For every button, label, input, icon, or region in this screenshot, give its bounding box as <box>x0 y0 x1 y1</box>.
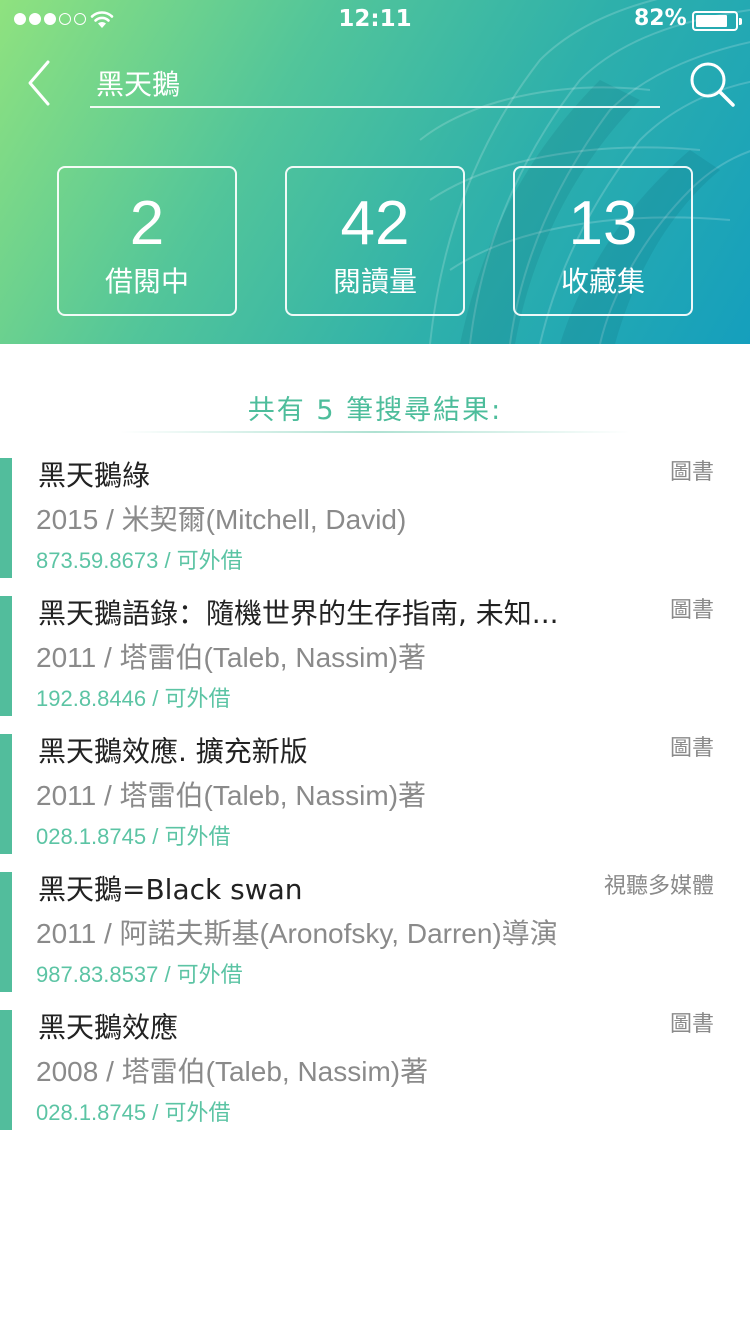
divider <box>120 431 630 433</box>
stat-borrowing[interactable]: 2 借閱中 <box>57 166 237 316</box>
result-call-number: 028.1.8745 / 可外借 <box>36 824 231 849</box>
result-meta: 2015 / 米契爾(Mitchell, David) <box>36 504 407 535</box>
results-summary: 共有 5 筆搜尋結果: <box>247 395 503 426</box>
header: 12:11 82% 2 借閱中 42 閱讀量 13 收藏集 <box>0 0 750 344</box>
result-call-number: 192.8.8446 / 可外借 <box>36 686 231 711</box>
result-call-number: 987.83.8537 / 可外借 <box>36 962 243 987</box>
magnifier-icon <box>690 62 735 107</box>
result-type: 視聽多媒體 <box>603 874 714 899</box>
result-type: 圖書 <box>669 598 714 623</box>
result-meta: 2011 / 塔雷伯(Taleb, Nassim)著 <box>36 780 427 811</box>
battery-fill <box>696 15 728 27</box>
stat-collections[interactable]: 13 收藏集 <box>513 166 693 316</box>
battery-icon <box>692 11 742 31</box>
stat-label: 閱讀量 <box>332 265 417 298</box>
search-input[interactable] <box>90 60 660 108</box>
result-title: 黑天鵝綠 <box>38 459 151 492</box>
search-button[interactable] <box>686 58 738 110</box>
result-title: 黑天鵝=Black swan <box>38 873 303 906</box>
result-title: 黑天鵝效應. 擴充新版 <box>38 735 308 768</box>
result-meta: 2011 / 塔雷伯(Taleb, Nassim)著 <box>36 642 427 673</box>
result-meta: 2011 / 阿諾夫斯基(Aronofsky, Darren)導演 <box>36 918 558 949</box>
result-call-number: 873.59.8673 / 可外借 <box>36 548 243 573</box>
stat-reading-count[interactable]: 42 閱讀量 <box>285 166 465 316</box>
result-title: 黑天鵝語錄：隨機世界的生存指南, 未知... <box>38 597 559 630</box>
stat-label: 收藏集 <box>560 265 645 298</box>
accent-bar <box>0 458 12 578</box>
result-title: 黑天鵝效應 <box>38 1011 179 1044</box>
battery-percent: 82% <box>634 6 687 31</box>
stat-label: 借閱中 <box>104 265 189 298</box>
result-type: 圖書 <box>669 460 714 485</box>
result-meta: 2008 / 塔雷伯(Taleb, Nassim)著 <box>36 1056 429 1087</box>
status-bar: 12:11 82% <box>0 0 750 40</box>
battery-nub <box>739 18 742 25</box>
accent-bar <box>0 872 12 992</box>
result-item[interactable]: 黑天鵝效應. 擴充新版 圖書 2011 / 塔雷伯(Taleb, Nassim)… <box>0 734 750 854</box>
stat-value: 13 <box>568 189 638 258</box>
stat-value: 42 <box>340 189 410 258</box>
stat-value: 2 <box>129 189 165 258</box>
result-type: 圖書 <box>669 736 714 761</box>
accent-bar <box>0 596 12 716</box>
result-call-number: 028.1.8745 / 可外借 <box>36 1100 231 1125</box>
chevron-left-icon <box>28 60 50 106</box>
accent-bar <box>0 1010 12 1130</box>
result-item[interactable]: 黑天鵝綠 圖書 2015 / 米契爾(Mitchell, David) 873.… <box>0 458 750 578</box>
result-type: 圖書 <box>669 1012 714 1037</box>
back-button[interactable] <box>20 58 60 108</box>
result-item[interactable]: 黑天鵝效應 圖書 2008 / 塔雷伯(Taleb, Nassim)著 028.… <box>0 1010 750 1130</box>
result-item[interactable]: 黑天鵝語錄：隨機世界的生存指南, 未知... 圖書 2011 / 塔雷伯(Tal… <box>0 596 750 716</box>
result-item[interactable]: 黑天鵝=Black swan 視聽多媒體 2011 / 阿諾夫斯基(Aronof… <box>0 872 750 992</box>
accent-bar <box>0 734 12 854</box>
